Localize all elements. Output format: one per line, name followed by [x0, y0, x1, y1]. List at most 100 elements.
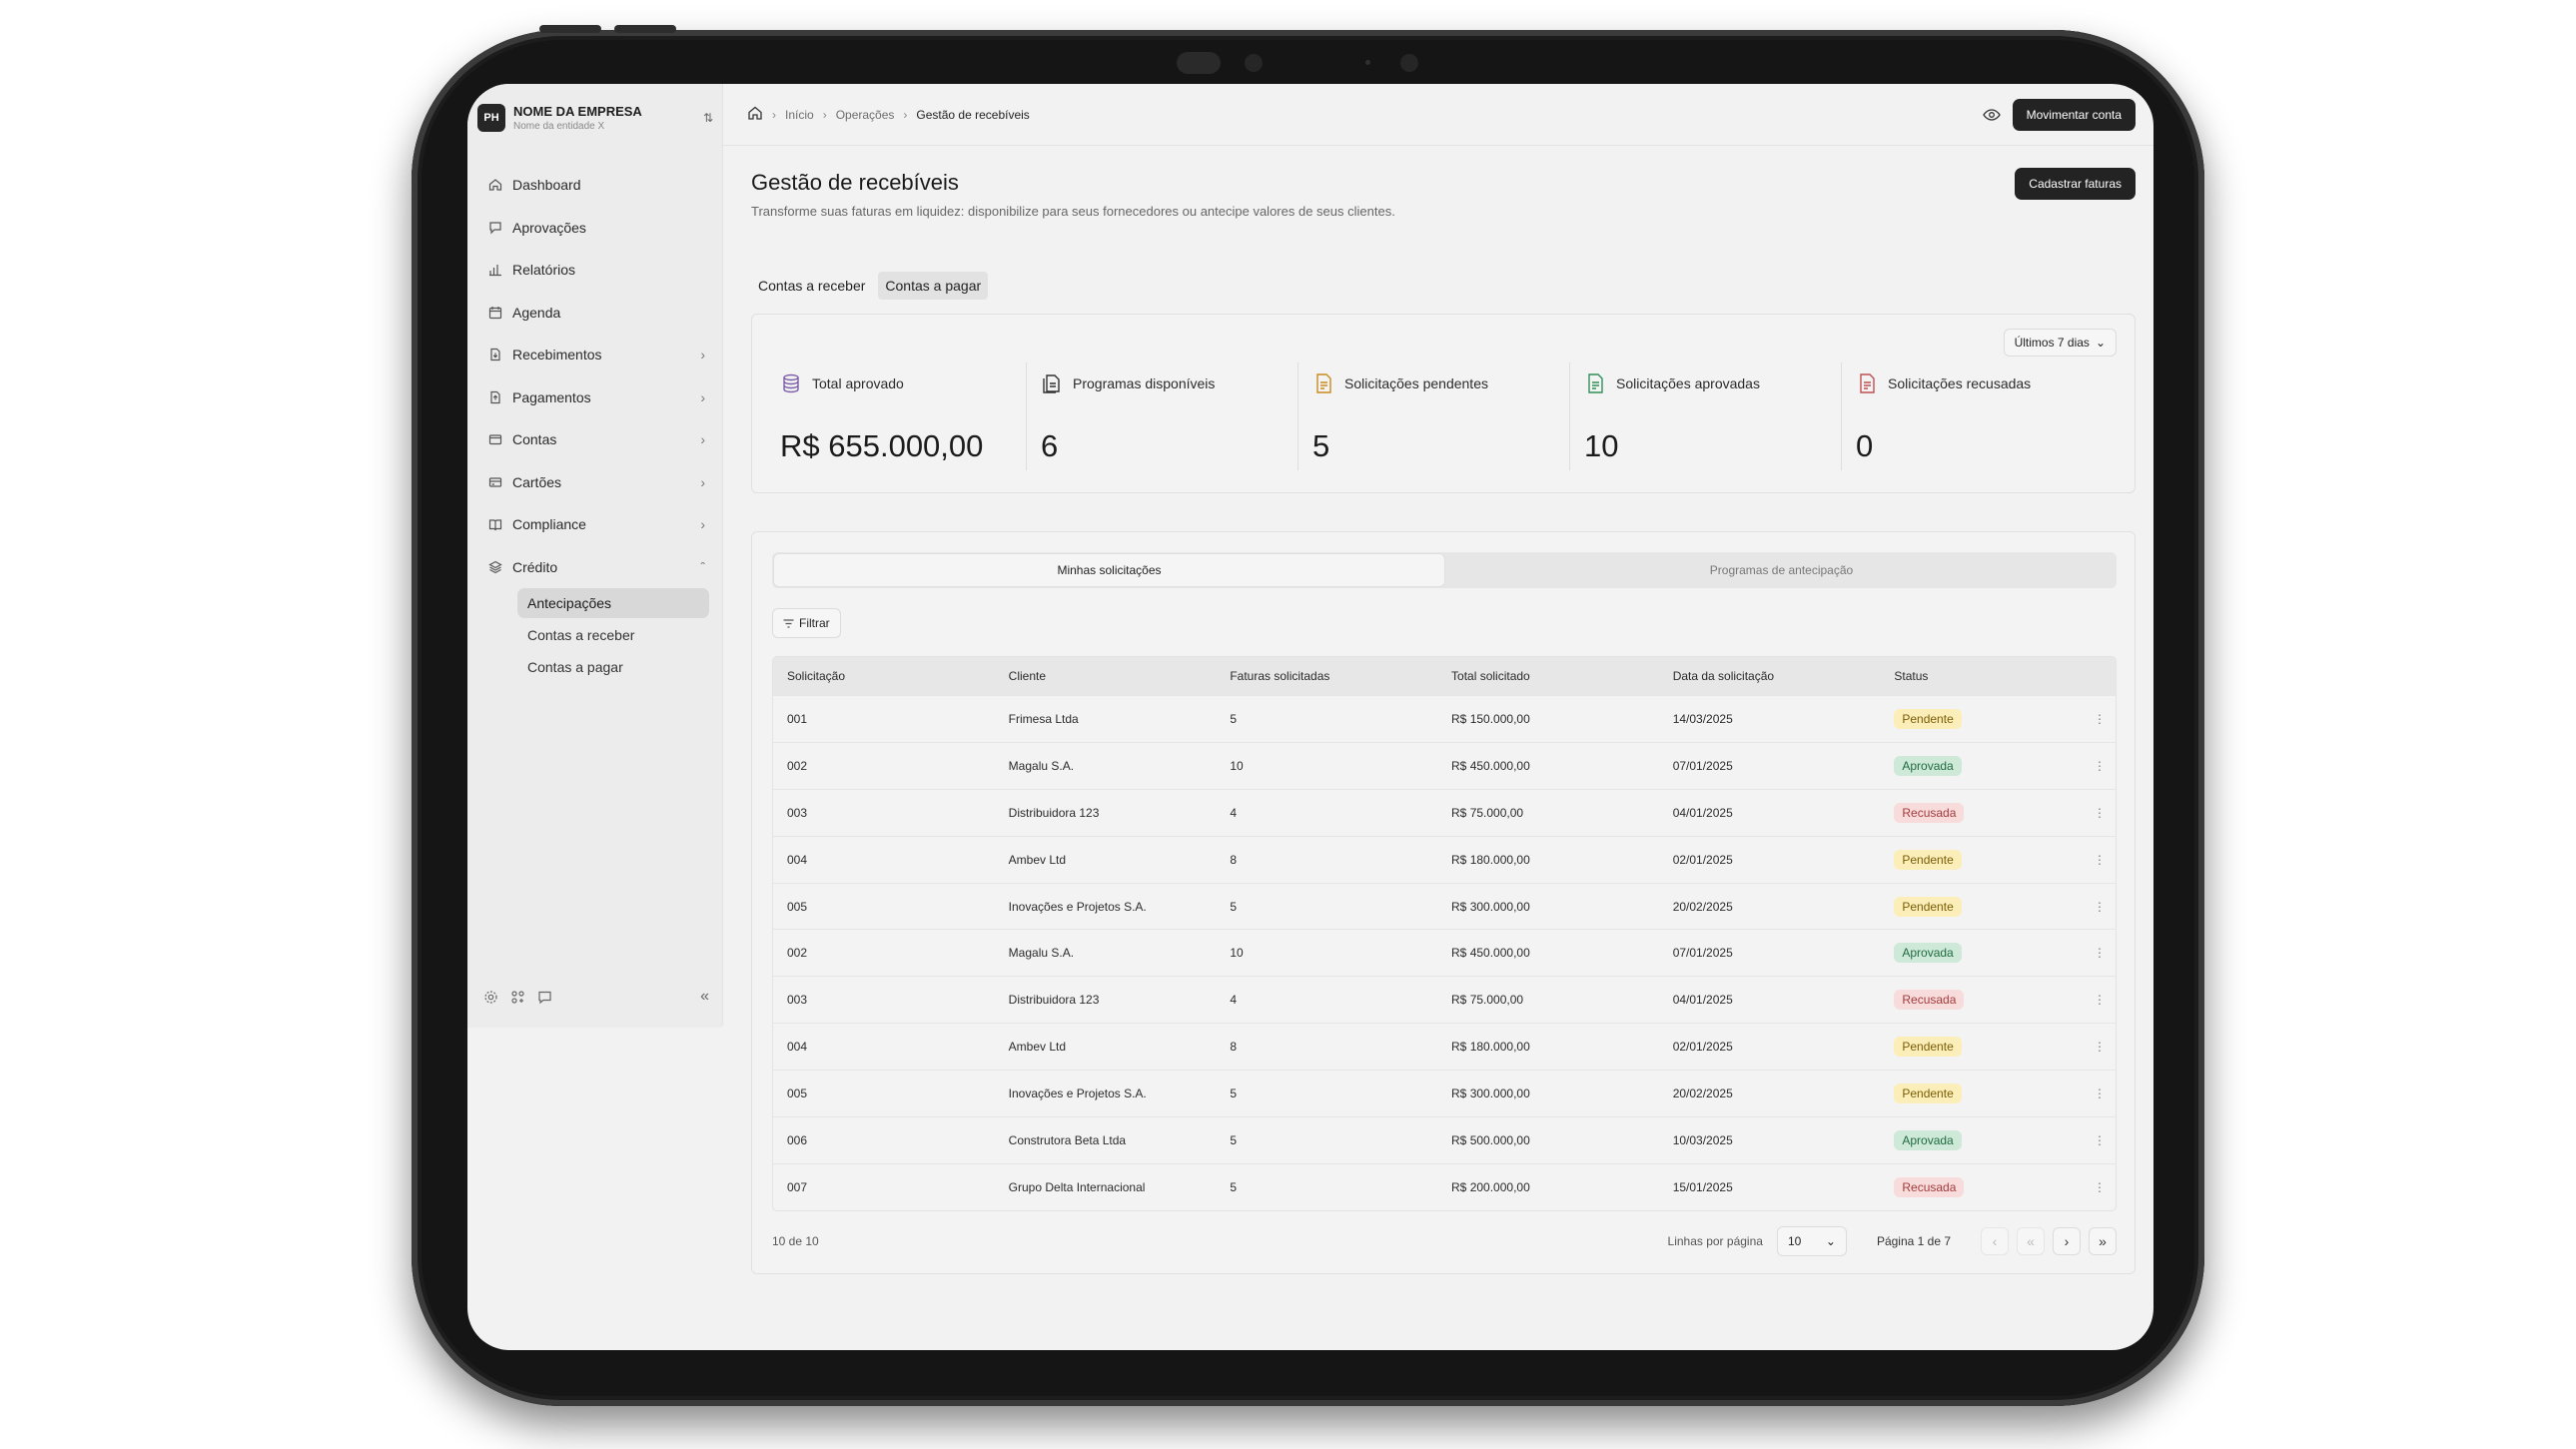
prev-page-button[interactable]: ‹ — [1981, 1227, 2009, 1255]
sidebar-item-cartoes[interactable]: Cartões › — [477, 461, 713, 504]
chat-icon[interactable] — [537, 990, 552, 1005]
cell-cliente: Construtora Beta Ltda — [1008, 1132, 1127, 1147]
cell-data: 10/03/2025 — [1672, 1132, 1733, 1147]
column-header[interactable]: Cliente — [995, 669, 1217, 683]
chevron-right-icon: › — [700, 473, 705, 490]
next-page-button[interactable]: › — [2053, 1227, 2081, 1255]
tab-minhas-solicitacoes[interactable]: Minhas solicitações — [774, 554, 1444, 586]
eye-icon[interactable] — [1982, 108, 2001, 122]
cell-total: R$ 200.000,00 — [1451, 1179, 1530, 1194]
column-header[interactable]: Faturas solicitadas — [1216, 669, 1437, 683]
table-row[interactable]: 002 Magalu S.A. 10 R$ 450.000,00 07/01/2025 A… — [773, 929, 2116, 976]
column-header[interactable]: Solicitação — [773, 669, 995, 683]
rows-per-page-value: 10 — [1787, 1234, 1802, 1248]
layers-icon — [487, 559, 503, 575]
shortcuts-icon[interactable] — [510, 990, 525, 1005]
table-row[interactable]: 005 Inovações e Projetos S.A. 5 R$ 300.000,… — [773, 1070, 2116, 1116]
table-row[interactable]: 003 Distribuidora 123 4 R$ 75.000,00 04/01/2… — [773, 788, 2116, 836]
table-row[interactable]: 006 Construtora Beta Ltda 5 R$ 500.000,00 10… — [773, 1116, 2116, 1163]
sidebar-subitem-contas-a-receber[interactable]: Contas a receber — [517, 620, 709, 650]
more-options-icon[interactable]: ⋮ — [2070, 853, 2116, 867]
table-footer: 10 de 10 Linhas por página 10 ⌄ Página 1… — [772, 1225, 2117, 1257]
volume-button — [539, 25, 601, 33]
last-page-button[interactable]: » — [2089, 1227, 2117, 1255]
tab-contas-a-receber[interactable]: Contas a receber — [751, 272, 872, 300]
table-row[interactable]: 002 Magalu S.A. 10 R$ 450.000,00 07/01/2025 A… — [773, 741, 2116, 789]
org-switcher[interactable]: PH NOME DA EMPRESA Nome da entidade X ⇅ — [477, 100, 713, 136]
rows-per-page-select[interactable]: 10 ⌄ — [1776, 1226, 1847, 1256]
column-header[interactable]: Status — [1880, 669, 2070, 683]
cell-cliente: Distribuidora 123 — [1008, 993, 1100, 1008]
sensor-pill — [1177, 52, 1221, 74]
table-row[interactable]: 004 Ambev Ltd 8 R$ 180.000,00 02/01/2025 Pend… — [773, 835, 2116, 883]
sidebar-item-compliance[interactable]: Compliance › — [477, 503, 713, 546]
more-options-icon[interactable]: ⋮ — [2070, 1087, 2116, 1100]
main-content: Gestão de recebíveis Transforme suas fat… — [723, 146, 2153, 1350]
more-options-icon[interactable]: ⋮ — [2070, 946, 2116, 960]
column-header[interactable]: Data da solicitação — [1659, 669, 1881, 683]
sidebar-item-label: Agenda — [512, 304, 561, 321]
topbar: › Início › Operações › Gestão de recebív… — [723, 84, 2153, 146]
table-row[interactable]: 007 Grupo Delta Internacional 5 R$ 200.000,… — [773, 1162, 2116, 1210]
table-row[interactable]: 004 Ambev Ltd 8 R$ 180.000,00 02/01/2025 Pend… — [773, 1023, 2116, 1070]
sidebar: PH NOME DA EMPRESA Nome da entidade X ⇅ … — [467, 84, 723, 1028]
message-check-icon — [487, 220, 503, 236]
cell-faturas: 5 — [1230, 1132, 1238, 1147]
cell-faturas: 8 — [1230, 1040, 1238, 1055]
cell-faturas: 5 — [1230, 1179, 1238, 1194]
sidebar-item-label: Contas — [512, 431, 557, 448]
sidebar-item-contas[interactable]: Contas › — [477, 418, 713, 461]
cell-data: 20/02/2025 — [1672, 1087, 1733, 1101]
more-options-icon[interactable]: ⋮ — [2070, 1180, 2116, 1194]
sidebar-item-credito[interactable]: Crédito ˆ — [477, 546, 713, 589]
collapse-sidebar-icon[interactable]: « — [700, 988, 709, 1006]
more-options-icon[interactable]: ⋮ — [2070, 759, 2116, 773]
cell-cliente: Ambev Ltd — [1008, 852, 1067, 867]
cell-faturas: 4 — [1230, 805, 1238, 820]
tab-programas-de-antecipacao[interactable]: Programas de antecipação — [1446, 552, 2117, 588]
more-options-icon[interactable]: ⋮ — [2070, 1133, 2116, 1147]
breadcrumb-current: Gestão de recebíveis — [916, 107, 1030, 122]
gear-icon[interactable] — [483, 990, 498, 1005]
sidebar-footer: « — [483, 988, 709, 1006]
sidebar-subitem-antecipacoes[interactable]: Antecipações — [517, 588, 709, 618]
stat-total-aprovado: Total aprovado R$ 655.000,00 — [752, 362, 1024, 470]
sidebar-subitem-contas-a-pagar[interactable]: Contas a pagar — [517, 652, 709, 682]
first-page-button[interactable]: « — [2017, 1227, 2045, 1255]
table-row[interactable]: 001 Frimesa Ltda 5 R$ 150.000,00 14/03/2025 P… — [773, 695, 2116, 742]
sidebar-item-agenda[interactable]: Agenda — [477, 292, 713, 335]
document-pending-icon — [1312, 372, 1334, 394]
sidebar-item-recebimentos[interactable]: Recebimentos › — [477, 334, 713, 376]
chevron-down-icon: ⌄ — [2095, 336, 2106, 350]
home-icon[interactable] — [747, 105, 763, 124]
sidebar-item-dashboard[interactable]: Dashboard — [477, 164, 713, 207]
cell-cliente: Ambev Ltd — [1008, 1040, 1067, 1055]
more-options-icon[interactable]: ⋮ — [2070, 900, 2116, 914]
stat-label: Programas disponíveis — [1073, 375, 1216, 391]
breadcrumb-item[interactable]: Início — [785, 108, 814, 122]
cadastrar-faturas-button[interactable]: Cadastrar faturas — [2015, 168, 2136, 200]
tab-contas-a-pagar[interactable]: Contas a pagar — [878, 272, 989, 300]
more-options-icon[interactable]: ⋮ — [2070, 993, 2116, 1007]
chevron-right-icon: › — [772, 107, 776, 122]
filter-button[interactable]: Filtrar — [772, 608, 841, 638]
sidebar-item-aprovacoes[interactable]: Aprovações — [477, 207, 713, 250]
stat-value: 5 — [1312, 428, 1330, 463]
movimentar-conta-button[interactable]: Movimentar conta — [2012, 98, 2136, 131]
cell-faturas: 5 — [1230, 899, 1238, 914]
table-row[interactable]: 005 Inovações e Projetos S.A. 5 R$ 300.000,… — [773, 882, 2116, 930]
sidebar-item-pagamentos[interactable]: Pagamentos › — [477, 376, 713, 419]
cell-data: 02/01/2025 — [1672, 852, 1733, 867]
breadcrumb-item[interactable]: Operações — [836, 108, 895, 122]
date-range-select[interactable]: Últimos 7 dias ⌄ — [2003, 329, 2117, 357]
file-out-icon — [487, 389, 503, 405]
more-options-icon[interactable]: ⋮ — [2070, 712, 2116, 726]
more-options-icon[interactable]: ⋮ — [2070, 806, 2116, 820]
cell-total: R$ 300.000,00 — [1451, 1087, 1530, 1101]
more-options-icon[interactable]: ⋮ — [2070, 1040, 2116, 1054]
sidebar-item-relatorios[interactable]: Relatórios — [477, 249, 713, 292]
org-entity: Nome da entidade X — [513, 121, 605, 132]
column-header[interactable]: Total solicitado — [1437, 669, 1659, 683]
stat-label: Solicitações pendentes — [1344, 375, 1488, 391]
table-row[interactable]: 003 Distribuidora 123 4 R$ 75.000,00 04/01/2… — [773, 976, 2116, 1023]
